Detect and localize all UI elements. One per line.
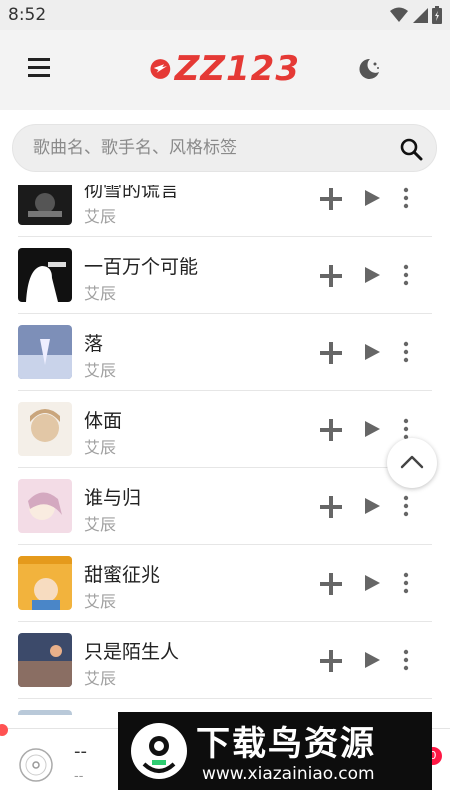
bird-logo-icon (131, 723, 187, 779)
song-artist: 艾辰 (84, 669, 117, 688)
play-icon (365, 498, 380, 514)
play-button[interactable] (362, 573, 382, 593)
more-vertical-icon (403, 264, 409, 286)
play-icon (365, 652, 380, 668)
plus-icon (320, 650, 342, 672)
play-button[interactable] (362, 419, 382, 439)
play-icon (365, 344, 380, 360)
more-options-button[interactable] (402, 340, 410, 364)
add-to-playlist-button[interactable] (318, 494, 344, 520)
song-row[interactable]: 落 艾辰 (18, 314, 432, 391)
hamburger-menu-icon (28, 58, 52, 77)
more-vertical-icon (403, 649, 409, 671)
moon-icon (359, 58, 379, 79)
more-options-button[interactable] (402, 186, 410, 210)
scroll-to-top-button[interactable] (387, 438, 437, 488)
song-artist: 艾辰 (84, 284, 117, 303)
watermark-url: www.xiazainiao.com (202, 764, 375, 784)
status-icons (390, 6, 442, 24)
song-row[interactable]: 一百万个可能 艾辰 (18, 237, 432, 314)
plus-icon (320, 342, 342, 364)
app-logo: ZZ123 (150, 44, 300, 94)
album-cover (18, 325, 72, 379)
progress-handle[interactable] (0, 724, 8, 736)
now-playing-title: -- (74, 741, 87, 762)
search-icon (400, 138, 423, 161)
now-playing-artist: -- (74, 769, 84, 784)
signal-icon (413, 8, 428, 23)
album-cover (18, 185, 72, 225)
song-title: 只是陌生人 (84, 641, 180, 663)
song-title: 一百万个可能 (84, 256, 199, 278)
add-to-playlist-button[interactable] (318, 648, 344, 674)
logo-flame-icon (150, 59, 171, 79)
song-artist: 艾辰 (84, 438, 117, 457)
more-vertical-icon (403, 341, 409, 363)
search-box (12, 124, 437, 172)
play-button[interactable] (362, 265, 382, 285)
song-row[interactable]: 彻雪的谎言 艾辰 (18, 185, 432, 237)
add-to-playlist-button[interactable] (318, 340, 344, 366)
theme-toggle-button[interactable] (356, 56, 382, 82)
song-row[interactable]: 甜蜜征兆 艾辰 (18, 545, 432, 622)
album-cover (18, 248, 72, 302)
watermark-title: 下载鸟资源 (196, 724, 376, 764)
play-button[interactable] (362, 342, 382, 362)
song-artist: 艾辰 (84, 361, 117, 380)
plus-icon (320, 573, 342, 595)
add-to-playlist-button[interactable] (318, 263, 344, 289)
album-cover (18, 710, 72, 715)
status-bar: 8:52 (0, 0, 450, 30)
plus-icon (320, 188, 342, 210)
plus-icon (320, 265, 342, 287)
watermark-banner: 下载鸟资源 www.xiazainiao.com (118, 712, 432, 790)
album-cover (18, 402, 72, 456)
song-title: 铂邻 (84, 714, 122, 715)
app-header: ZZ123 (0, 30, 450, 110)
album-cover (18, 556, 72, 610)
add-to-playlist-button[interactable] (318, 571, 344, 597)
plus-icon (320, 496, 342, 518)
play-icon (365, 421, 380, 437)
play-button[interactable] (362, 650, 382, 670)
plus-icon (320, 419, 342, 441)
more-options-button[interactable] (402, 494, 410, 518)
search-button[interactable] (399, 137, 423, 161)
add-to-playlist-button[interactable] (318, 417, 344, 443)
search-input[interactable] (33, 125, 383, 171)
song-row[interactable]: 只是陌生人 艾辰 (18, 622, 432, 699)
album-cover (18, 479, 72, 533)
song-artist: 艾辰 (84, 207, 117, 226)
add-to-playlist-button[interactable] (318, 186, 344, 212)
more-vertical-icon (403, 572, 409, 594)
chevron-up-icon (400, 455, 424, 469)
battery-icon (432, 6, 442, 24)
play-button[interactable] (362, 496, 382, 516)
song-title: 落 (84, 333, 104, 355)
more-options-button[interactable] (402, 263, 410, 287)
more-vertical-icon (403, 495, 409, 517)
more-options-button[interactable] (402, 648, 410, 672)
song-title: 彻雪的谎言 (84, 185, 180, 201)
play-icon (365, 190, 380, 206)
play-icon (365, 267, 380, 283)
menu-button[interactable] (28, 58, 52, 82)
song-artist: 艾辰 (84, 515, 117, 534)
album-cover (18, 633, 72, 687)
play-icon (365, 575, 380, 591)
song-row[interactable]: 谁与归 艾辰 (18, 468, 432, 545)
play-button[interactable] (362, 188, 382, 208)
song-title: 谁与归 (84, 487, 142, 509)
song-artist: 艾辰 (84, 592, 117, 611)
disc-icon (19, 748, 53, 782)
logo-text: ZZ123 (174, 49, 300, 89)
song-title: 甜蜜征兆 (84, 564, 161, 586)
more-options-button[interactable] (402, 571, 410, 595)
more-vertical-icon (403, 187, 409, 209)
status-time: 8:52 (8, 5, 47, 25)
song-title: 体面 (84, 410, 123, 432)
song-list: 彻雪的谎言 艾辰 一百万个可能 艾辰 落 艾辰 体面 艾辰 谁与归 艾辰 甜蜜征… (0, 185, 450, 715)
wifi-icon (390, 7, 408, 22)
song-row[interactable]: 体面 艾辰 (18, 391, 432, 468)
